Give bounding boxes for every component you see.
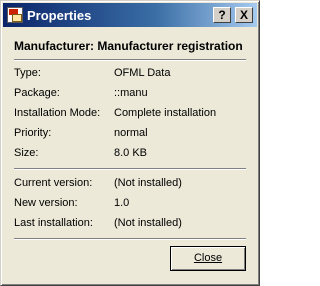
detail-value: normal [114, 127, 148, 139]
version-value: (Not installed) [114, 177, 182, 189]
version-label: Last installation: [14, 217, 93, 229]
detail-label: Package: [14, 87, 60, 99]
detail-value: OFML Data [114, 67, 171, 79]
app-package-icon [7, 7, 23, 23]
close-button-label: Close [193, 252, 223, 264]
detail-value: ::manu [114, 87, 148, 99]
detail-label: Priority: [14, 127, 52, 139]
detail-value: 8.0 KB [114, 147, 148, 159]
help-button[interactable]: ? [213, 7, 231, 23]
detail-label: Size: [14, 147, 39, 159]
detail-value: Complete installation [114, 107, 217, 119]
version-label: New version: [14, 197, 78, 209]
properties-dialog: Properties ? X Manufacturer: Manufacture… [0, 0, 260, 286]
version-label: Current version: [14, 177, 93, 189]
window-title: Properties [27, 8, 92, 23]
close-window-button[interactable]: X [235, 7, 253, 23]
version-value: 1.0 [114, 197, 130, 209]
detail-label: Installation Mode: [14, 107, 101, 119]
version-value: (Not installed) [114, 217, 182, 229]
separator [14, 238, 246, 240]
detail-label: Type: [14, 67, 41, 79]
separator [14, 59, 246, 61]
separator [14, 168, 246, 170]
close-button[interactable]: Close [170, 246, 246, 271]
package-heading: Manufacturer: Manufacturer registration [14, 39, 243, 53]
title-bar[interactable]: Properties ? X [3, 3, 257, 27]
